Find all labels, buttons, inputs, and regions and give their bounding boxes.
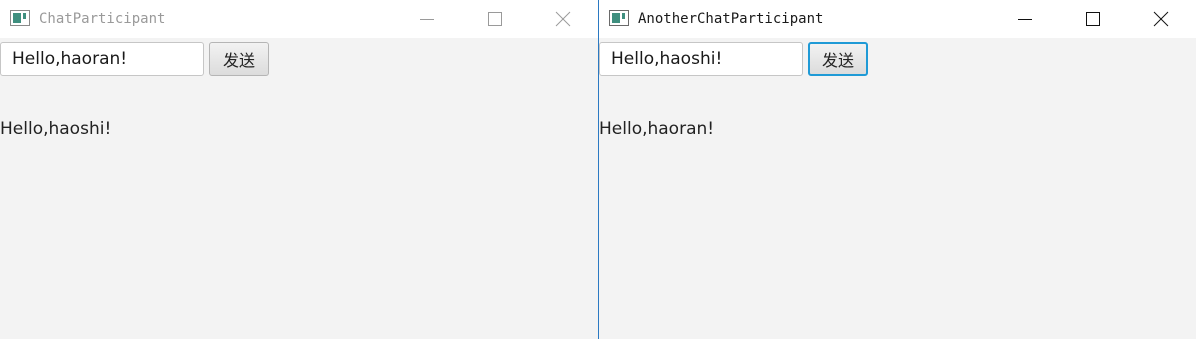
send-button[interactable]: 发送: [209, 42, 269, 76]
received-message: Hello,haoran!: [599, 119, 715, 139]
message-input[interactable]: [0, 42, 204, 76]
close-icon: [555, 11, 571, 27]
maximize-button[interactable]: [1070, 0, 1116, 38]
minimize-button[interactable]: [404, 0, 450, 38]
close-button[interactable]: [1138, 0, 1184, 38]
java-window-icon: [10, 10, 30, 26]
window-title: AnotherChatParticipant: [638, 11, 824, 27]
minimize-button[interactable]: [1002, 0, 1048, 38]
minimize-icon: [1018, 19, 1032, 20]
message-input[interactable]: [599, 42, 803, 76]
close-icon: [1153, 11, 1169, 27]
received-message: Hello,haoshi!: [0, 119, 112, 139]
send-button[interactable]: 发送: [808, 42, 868, 76]
title-bar[interactable]: ChatParticipant: [0, 0, 598, 38]
chat-participant-window: ChatParticipant 发送 Hello,haoshi!: [0, 0, 598, 339]
minimize-icon: [420, 19, 434, 20]
maximize-button[interactable]: [472, 0, 518, 38]
close-button[interactable]: [540, 0, 586, 38]
maximize-icon: [1086, 12, 1100, 26]
java-window-icon: [609, 10, 629, 26]
title-bar[interactable]: AnotherChatParticipant: [599, 0, 1196, 38]
window-title: ChatParticipant: [39, 11, 166, 27]
another-chat-participant-window: AnotherChatParticipant 发送 Hello,haoran!: [599, 0, 1196, 339]
maximize-icon: [488, 12, 502, 26]
